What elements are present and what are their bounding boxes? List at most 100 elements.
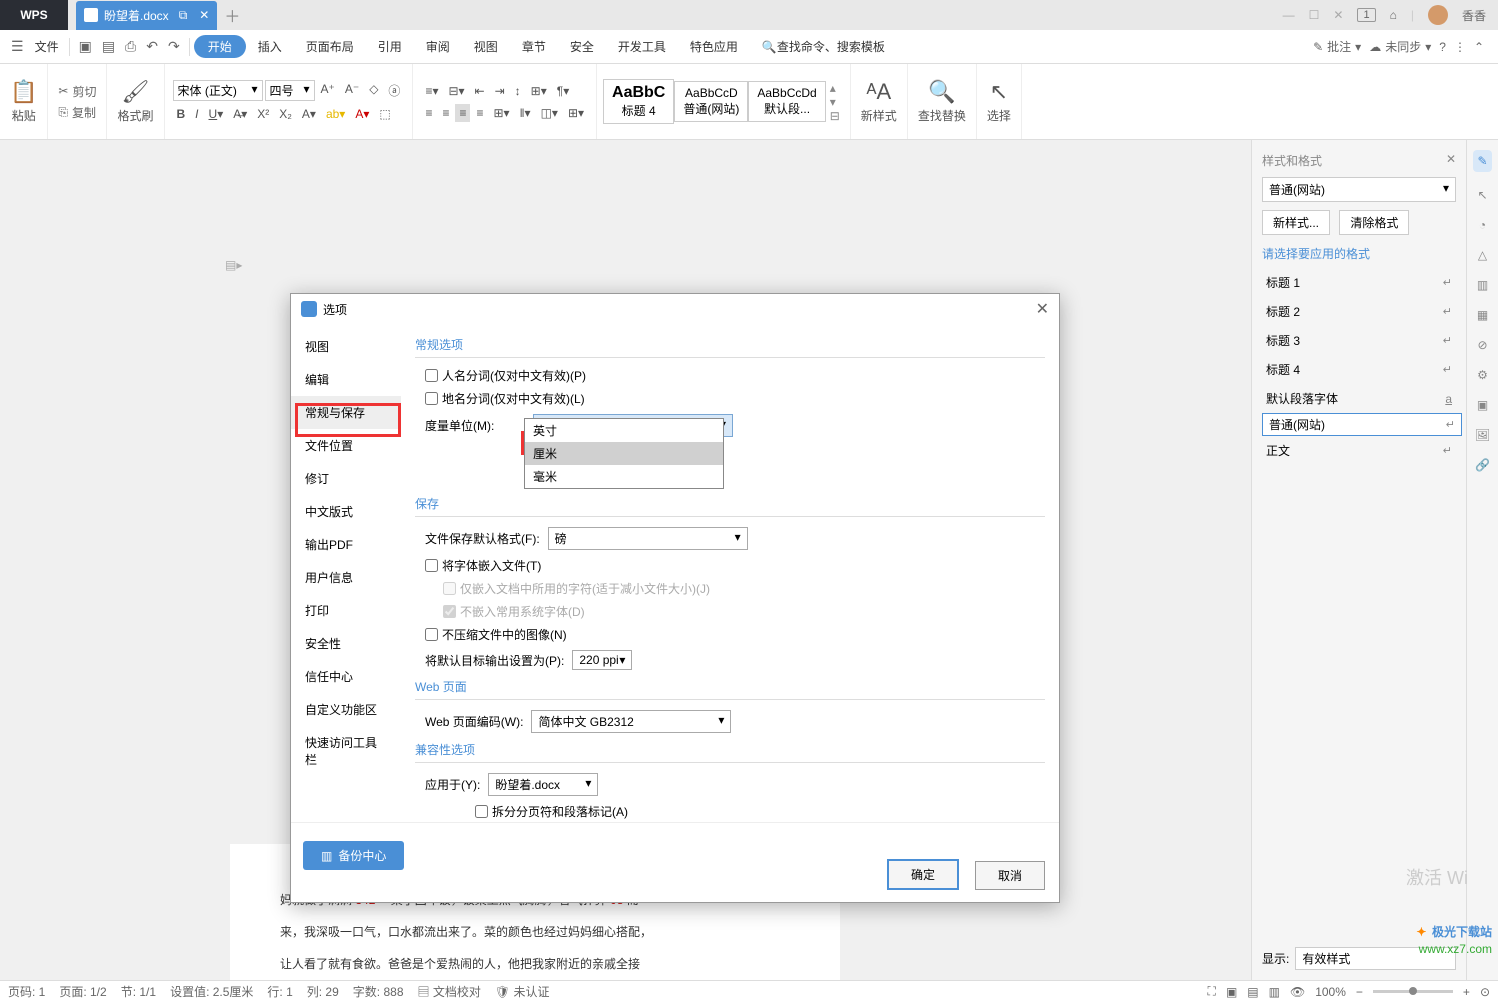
find-replace-button[interactable]: 🔍查找替换 bbox=[914, 77, 970, 126]
link-pane-icon[interactable]: 🔗 bbox=[1475, 458, 1490, 472]
superscript-icon[interactable]: X² bbox=[253, 105, 273, 123]
indent-inc-icon[interactable]: ⇥ bbox=[491, 82, 509, 100]
style-normal-web[interactable]: AaBbCcD普通(网站) bbox=[674, 81, 748, 122]
save-fmt-select[interactable]: 磅▾ bbox=[548, 527, 748, 550]
align-justify-icon[interactable]: ≡ bbox=[455, 104, 470, 122]
web-enc-select[interactable]: 简体中文 GB2312▾ bbox=[531, 710, 731, 733]
font-color-icon[interactable]: A▾ bbox=[351, 105, 373, 123]
apply-select[interactable]: 盼望着.docx▾ bbox=[488, 773, 598, 796]
strike-icon[interactable]: A̶▾ bbox=[229, 105, 251, 123]
panel-close-icon[interactable]: ✕ bbox=[1446, 152, 1456, 169]
dialog-close-icon[interactable]: ✕ bbox=[1036, 299, 1049, 319]
bullets-icon[interactable]: ≡▾ bbox=[421, 82, 442, 100]
nav-customize[interactable]: 自定义功能区 bbox=[291, 693, 401, 726]
limit-pane-icon[interactable]: ⊘ bbox=[1477, 338, 1487, 352]
cancel-button[interactable]: 取消 bbox=[975, 861, 1045, 890]
shape-pane-icon[interactable]: △ bbox=[1478, 248, 1487, 262]
annotate-button[interactable]: ✎批注▾ bbox=[1313, 38, 1361, 55]
spacing-icon[interactable]: ⊞▾ bbox=[527, 82, 551, 100]
status-col[interactable]: 列: 29 bbox=[307, 983, 339, 1000]
copy-button[interactable]: ⎘复制 bbox=[54, 102, 100, 123]
format-painter-button[interactable]: 🖌格式刷 bbox=[113, 77, 157, 126]
status-indent[interactable]: 设置值: 2.5厘米 bbox=[170, 983, 253, 1000]
nav-pane-icon[interactable]: ▥ bbox=[1477, 278, 1488, 292]
view-web-icon[interactable]: ▤ bbox=[1247, 985, 1258, 999]
nav-print[interactable]: 打印 bbox=[291, 594, 401, 627]
status-page-of[interactable]: 页面: 1/2 bbox=[59, 983, 106, 1000]
file-menu[interactable]: 文件 bbox=[29, 38, 65, 55]
font-select[interactable]: 宋体 (正文)▾ bbox=[173, 80, 263, 101]
nav-pdf[interactable]: 输出PDF bbox=[291, 528, 401, 561]
nav-chinese[interactable]: 中文版式 bbox=[291, 495, 401, 528]
styles-down-icon[interactable]: ▾ bbox=[830, 95, 840, 109]
clear-format-btn[interactable]: 清除格式 bbox=[1339, 210, 1409, 235]
nav-revision[interactable]: 修订 bbox=[291, 462, 401, 495]
underline-icon[interactable]: U▾ bbox=[205, 105, 228, 123]
tab-layout[interactable]: 页面布局 bbox=[294, 38, 366, 55]
tab-view[interactable]: 视图 bbox=[462, 38, 510, 55]
backup-pane-icon[interactable]: ▦ bbox=[1477, 308, 1488, 322]
clear-format-icon[interactable]: ◇ bbox=[365, 80, 382, 101]
tab-security[interactable]: 安全 bbox=[558, 38, 606, 55]
new-style-button[interactable]: ᴬA新样式 bbox=[857, 77, 901, 126]
ok-button[interactable]: 确定 bbox=[887, 859, 959, 890]
window-count[interactable]: 1 bbox=[1357, 8, 1375, 22]
font-size-select[interactable]: 四号▾ bbox=[265, 80, 315, 101]
distribute-icon[interactable]: ⊞▾ bbox=[490, 104, 514, 122]
window-close-icon[interactable]: ✕ bbox=[1333, 8, 1343, 22]
unit-option-inch[interactable]: 英寸 bbox=[525, 419, 723, 442]
status-auth[interactable]: 🛡 未认证 bbox=[495, 983, 550, 1000]
document-tab[interactable]: 盼望着.docx ⧉ ✕ bbox=[76, 1, 217, 30]
style-item-default-para[interactable]: 默认段落字体a bbox=[1262, 384, 1456, 413]
char-border-icon[interactable]: ⬚ bbox=[375, 105, 394, 123]
add-tab-button[interactable]: ＋ bbox=[217, 3, 247, 27]
image-pane-icon[interactable]: 🖼 bbox=[1475, 428, 1490, 442]
status-section[interactable]: 节: 1/1 bbox=[121, 983, 156, 1000]
style-item-h2[interactable]: 标题 2↵ bbox=[1262, 297, 1456, 326]
nav-user[interactable]: 用户信息 bbox=[291, 561, 401, 594]
zoom-slider[interactable] bbox=[1373, 990, 1453, 993]
tab-close-icon[interactable]: ✕ bbox=[199, 8, 209, 22]
window-maximize-icon[interactable]: ☐ bbox=[1309, 8, 1320, 22]
tab-review[interactable]: 审阅 bbox=[414, 38, 462, 55]
chk-split[interactable]: 拆分分页符和段落标记(A) bbox=[415, 800, 1045, 822]
fit-page-icon[interactable]: ⊙ bbox=[1480, 985, 1490, 999]
style-item-body[interactable]: 正文↵ bbox=[1262, 436, 1456, 465]
chk-place-name[interactable]: 地名分词(仅对中文有效)(L) bbox=[415, 387, 1045, 410]
show-marks-icon[interactable]: ¶▾ bbox=[553, 82, 573, 100]
clipboard-pane-icon[interactable]: ◔ bbox=[1479, 218, 1486, 232]
view-fullscreen-icon[interactable]: ⛶ bbox=[1208, 984, 1216, 999]
unit-option-mm[interactable]: 毫米 bbox=[525, 465, 723, 488]
help-icon[interactable]: ? bbox=[1439, 40, 1446, 54]
window-minimize-icon[interactable]: — bbox=[1283, 8, 1295, 22]
tab-insert[interactable]: 插入 bbox=[246, 38, 294, 55]
search-commands[interactable]: 🔍查找命令、搜索模板 bbox=[750, 38, 897, 55]
current-style-select[interactable]: 普通(网站)▾ bbox=[1262, 177, 1456, 202]
grow-font-icon[interactable]: A⁺ bbox=[317, 80, 339, 101]
shading-icon[interactable]: ◫▾ bbox=[537, 104, 562, 122]
save-icon[interactable]: ▣ bbox=[74, 38, 97, 55]
zoom-in-icon[interactable]: + bbox=[1463, 985, 1470, 999]
sort-icon[interactable]: ↕ bbox=[511, 82, 525, 100]
style-heading4[interactable]: AaBbC标题 4 bbox=[603, 79, 674, 124]
status-page-num[interactable]: 页码: 1 bbox=[8, 983, 45, 1000]
paste-button[interactable]: 📋粘贴 bbox=[6, 77, 41, 126]
styles-up-icon[interactable]: ▴ bbox=[830, 81, 840, 95]
line-spacing-icon[interactable]: ‖▾ bbox=[516, 104, 535, 122]
tab-references[interactable]: 引用 bbox=[366, 38, 414, 55]
chk-embed-font[interactable]: 将字体嵌入文件(T) bbox=[415, 554, 1045, 577]
tab-start[interactable]: 开始 bbox=[194, 35, 246, 58]
status-proof[interactable]: ▤ 文档校对 bbox=[418, 983, 481, 1000]
nav-trust[interactable]: 信任中心 bbox=[291, 660, 401, 693]
attribute-pane-icon[interactable]: ▣ bbox=[1477, 398, 1488, 412]
tools-pane-icon[interactable]: ⚙ bbox=[1477, 368, 1488, 382]
unit-option-cm[interactable]: 厘米 bbox=[525, 442, 723, 465]
new-style-btn[interactable]: 新样式... bbox=[1262, 210, 1330, 235]
menu-icon[interactable]: ☰ bbox=[6, 38, 29, 55]
view-read-icon[interactable]: 👁 bbox=[1290, 985, 1305, 999]
phonetic-icon[interactable]: ⓐ bbox=[384, 80, 404, 101]
menu-more-icon[interactable]: ⋮ bbox=[1454, 40, 1466, 54]
align-center-icon[interactable]: ≡ bbox=[438, 104, 453, 122]
apps-icon[interactable]: ⌂ bbox=[1390, 8, 1397, 22]
nav-general-save[interactable]: 常规与保存 bbox=[291, 396, 401, 429]
